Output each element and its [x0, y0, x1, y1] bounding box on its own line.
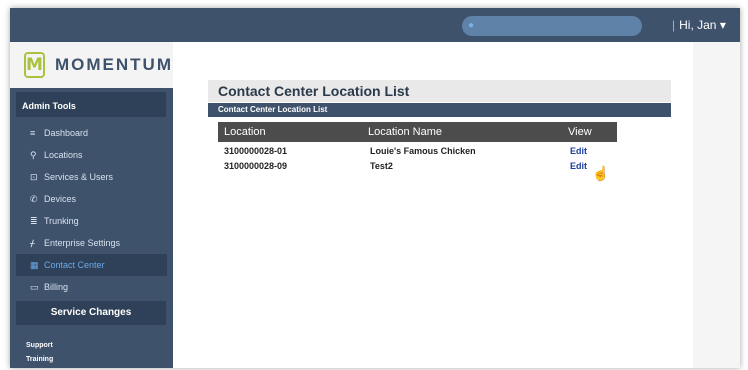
table-row: 3100000028-01 Louie's Famous Chicken Edi… [218, 144, 617, 159]
right-gutter [693, 42, 740, 368]
table-row: 3100000028-09 Test2 Edit [218, 159, 617, 174]
sidebar-item-enterprise-settings[interactable]: ᚋ Enterprise Settings [10, 232, 173, 254]
search-input[interactable]: ● [462, 16, 642, 36]
hand-cursor-icon: ☝ [592, 165, 610, 181]
location-name: Louie's Famous Chicken [370, 146, 476, 156]
location-pin-icon: ⚲ [30, 149, 37, 160]
location-id: 3100000028-09 [224, 161, 288, 171]
contact-center-icon: ▦ [30, 259, 39, 270]
sidebar-item-billing[interactable]: ▭ Billing [10, 276, 173, 298]
sidebar: M MOMENTUM Admin Tools ≡ Dashboard ⚲ Loc… [10, 42, 173, 368]
sidebar-item-label: Billing [44, 282, 69, 292]
sidebar-nav: ≡ Dashboard ⚲ Locations ⊡ Services & Use… [10, 122, 173, 298]
app-window: ● | Hi, Jan ▾ M MOMENTUM Admin Tools ≡ Da… [10, 8, 740, 368]
location-name: Test2 [370, 161, 393, 171]
support-link[interactable]: Support [26, 342, 53, 356]
edit-link[interactable]: Edit [570, 161, 587, 171]
sidebar-item-devices[interactable]: ✆ Devices [10, 188, 173, 210]
sidebar-item-dashboard[interactable]: ≡ Dashboard [10, 122, 173, 144]
training-link[interactable]: Training [26, 356, 53, 368]
logo-mark-icon: M [24, 52, 46, 78]
sidebar-item-label: Devices [44, 194, 77, 204]
sidebar-item-label: Trunking [44, 216, 79, 226]
column-header-view: View [568, 126, 592, 138]
sidebar-item-contact-center[interactable]: ▦ Contact Center [16, 254, 167, 276]
sidebar-item-label: Dashboard [44, 128, 89, 138]
search-icon: ● [468, 20, 475, 31]
column-header-location: Location [224, 126, 266, 138]
sidebar-item-services-users[interactable]: ⊡ Services & Users [10, 166, 173, 188]
server-icon: ≣ [30, 215, 38, 226]
service-changes-button[interactable]: Service Changes [16, 301, 166, 325]
divider: | [672, 18, 676, 32]
table-header: Location Location Name View [218, 122, 617, 142]
location-id: 3100000028-01 [224, 146, 288, 156]
footer-links: Support Training [26, 342, 53, 368]
main-content: Contact Center Location List Contact Cen… [173, 42, 693, 368]
sidebar-item-label: Contact Center [44, 260, 105, 270]
sidebar-item-locations[interactable]: ⚲ Locations [10, 144, 173, 166]
sidebar-item-label: Locations [44, 150, 83, 160]
page-title: Contact Center Location List [208, 80, 671, 102]
top-bar: ● | Hi, Jan ▾ [10, 8, 740, 42]
credit-card-icon: ▭ [30, 281, 39, 292]
panel-subtitle: Contact Center Location List [208, 103, 671, 117]
logo-text: MOMENTUM [55, 55, 173, 74]
sidebar-item-trunking[interactable]: ≣ Trunking [10, 210, 173, 232]
sidebar-item-label: Services & Users [44, 172, 114, 182]
section-title: Admin Tools [16, 92, 166, 117]
edit-link[interactable]: Edit [570, 146, 587, 156]
users-icon: ⊡ [30, 171, 38, 182]
sidebar-item-label: Enterprise Settings [44, 238, 121, 248]
user-greeting: Hi, Jan [679, 18, 717, 32]
column-header-location-name: Location Name [368, 126, 442, 138]
phone-icon: ✆ [30, 193, 38, 204]
logo[interactable]: M MOMENTUM [10, 42, 173, 88]
user-menu[interactable]: | Hi, Jan ▾ [672, 18, 726, 32]
sitemap-icon: ᚋ [30, 237, 35, 248]
chevron-down-icon: ▾ [719, 18, 726, 32]
menu-icon: ≡ [30, 128, 36, 138]
